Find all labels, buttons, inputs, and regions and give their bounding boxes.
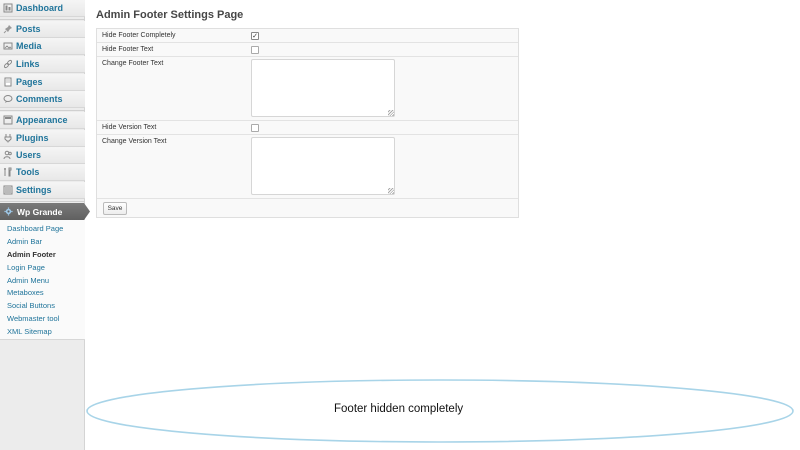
users-icon [3, 150, 13, 160]
menu-item-media[interactable]: Media [0, 38, 85, 55]
submenu-webmaster-tool[interactable]: Webmaster tool [7, 314, 59, 323]
menu-item-label: Wp Grande [17, 206, 63, 217]
menu-item-label: Pages [16, 77, 43, 87]
field-label: Change Version Text [102, 138, 167, 145]
footer-text-textarea[interactable] [251, 59, 395, 117]
annotation-text: Footer hidden completely [334, 403, 464, 415]
menu-item-comments[interactable]: Comments [0, 91, 85, 108]
version-text-textarea[interactable] [251, 137, 395, 195]
resize-grip-icon[interactable] [388, 188, 394, 194]
dashboard-icon [3, 3, 13, 13]
hide-version-text-checkbox[interactable] [251, 124, 259, 132]
field-label: Hide Version Text [102, 124, 157, 131]
hide-footer-text-checkbox[interactable] [251, 46, 259, 54]
menu-separator [0, 201, 85, 202]
tools-icon [3, 167, 13, 177]
menu-item-settings[interactable]: Settings [0, 182, 85, 199]
submenu-admin-bar[interactable]: Admin Bar [7, 237, 42, 246]
menu-separator [0, 19, 85, 20]
settings-form: Hide Footer Completely ✓ Hide Footer Tex… [96, 28, 519, 218]
menu-item-label: Appearance [16, 115, 68, 125]
media-icon [3, 41, 13, 51]
menu-item-appearance[interactable]: Appearance [0, 112, 85, 129]
pin-icon [3, 24, 13, 34]
menu-item-dashboard[interactable]: Dashboard [0, 0, 85, 17]
menu-item-label: Users [16, 150, 42, 160]
link-icon [3, 59, 13, 69]
admin-sidebar: Dashboard Posts Media Links Pages Commen… [0, 0, 85, 450]
menu-item-label: Plugins [16, 133, 49, 143]
menu-item-plugins[interactable]: Plugins [0, 130, 85, 147]
submenu-admin-menu[interactable]: Admin Menu [7, 276, 49, 285]
menu-item-tools[interactable]: Tools [0, 164, 85, 181]
menu-item-posts[interactable]: Posts [0, 21, 85, 38]
row-hide-version-text: Hide Version Text [97, 121, 518, 135]
comment-icon [3, 94, 13, 104]
menu-item-links[interactable]: Links [0, 56, 85, 73]
menu-item-label: Settings [16, 185, 52, 195]
submenu-login-page[interactable]: Login Page [7, 263, 45, 272]
menu-item-label: Posts [16, 24, 41, 34]
row-change-version-text: Change Version Text [97, 135, 518, 199]
resize-grip-icon[interactable] [388, 110, 394, 116]
menu-item-label: Comments [16, 94, 63, 104]
hide-footer-completely-checkbox[interactable]: ✓ [251, 32, 259, 40]
menu-item-users[interactable]: Users [0, 147, 85, 164]
save-button[interactable]: Save [103, 202, 127, 215]
menu-item-wp-grande[interactable]: Wp Grande [0, 203, 90, 220]
submenu-dashboard-page[interactable]: Dashboard Page [7, 224, 63, 233]
field-label: Change Footer Text [102, 60, 164, 67]
settings-icon [3, 185, 13, 195]
appearance-icon [3, 115, 13, 125]
pages-icon [3, 77, 13, 87]
submenu-social-buttons[interactable]: Social Buttons [7, 301, 55, 310]
menu-item-label: Dashboard [16, 3, 64, 13]
row-hide-footer-text: Hide Footer Text [97, 43, 518, 57]
menu-item-label: Tools [16, 167, 40, 177]
submenu-admin-footer[interactable]: Admin Footer [7, 250, 56, 259]
field-label: Hide Footer Completely [102, 32, 176, 39]
menu-item-label: Links [16, 59, 40, 69]
wp-grande-submenu: Dashboard Page Admin Bar Admin Footer Lo… [0, 220, 85, 340]
page-title: Admin Footer Settings Page [96, 9, 244, 21]
menu-item-pages[interactable]: Pages [0, 74, 85, 91]
submenu-metaboxes[interactable]: Metaboxes [7, 288, 44, 297]
field-label: Hide Footer Text [102, 46, 154, 53]
plugin-icon [3, 133, 13, 143]
submenu-xml-sitemap[interactable]: XML Sitemap [7, 327, 52, 336]
menu-item-label: Media [16, 41, 42, 51]
row-change-footer-text: Change Footer Text [97, 57, 518, 121]
menu-separator [0, 110, 85, 111]
row-hide-footer-completely: Hide Footer Completely ✓ [97, 29, 518, 43]
gear-icon [4, 207, 13, 216]
